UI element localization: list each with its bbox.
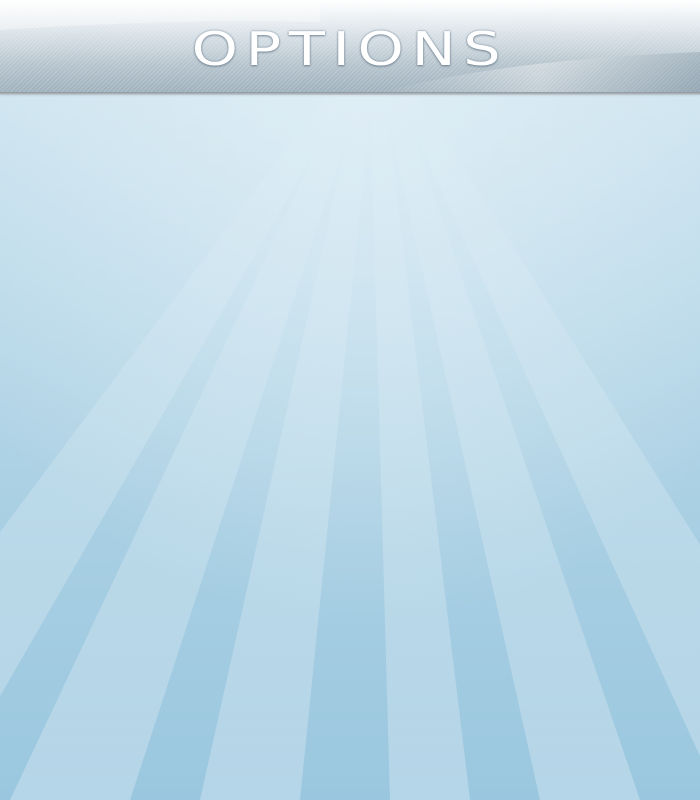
header-bar: OPTIONS — [0, 0, 700, 92]
background-light-rays — [0, 0, 700, 800]
options-screen: OPTIONS — [0, 0, 700, 800]
header-divider — [0, 92, 700, 95]
page-title: OPTIONS — [191, 22, 509, 76]
